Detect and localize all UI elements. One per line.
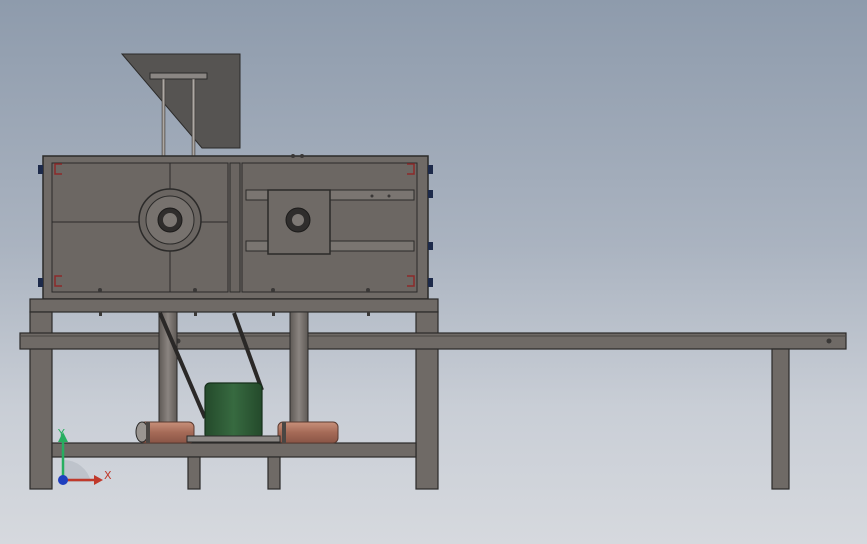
main-housing: [38, 154, 433, 300]
y-axis-label: Y: [57, 427, 65, 440]
machine-drawing: Y X: [19, 53, 847, 490]
hopper: [120, 53, 241, 158]
drive-system: [135, 311, 339, 444]
z-axis-dot: [58, 475, 68, 485]
cad-viewport[interactable]: Y X: [0, 0, 867, 544]
x-axis-label: X: [104, 469, 112, 482]
